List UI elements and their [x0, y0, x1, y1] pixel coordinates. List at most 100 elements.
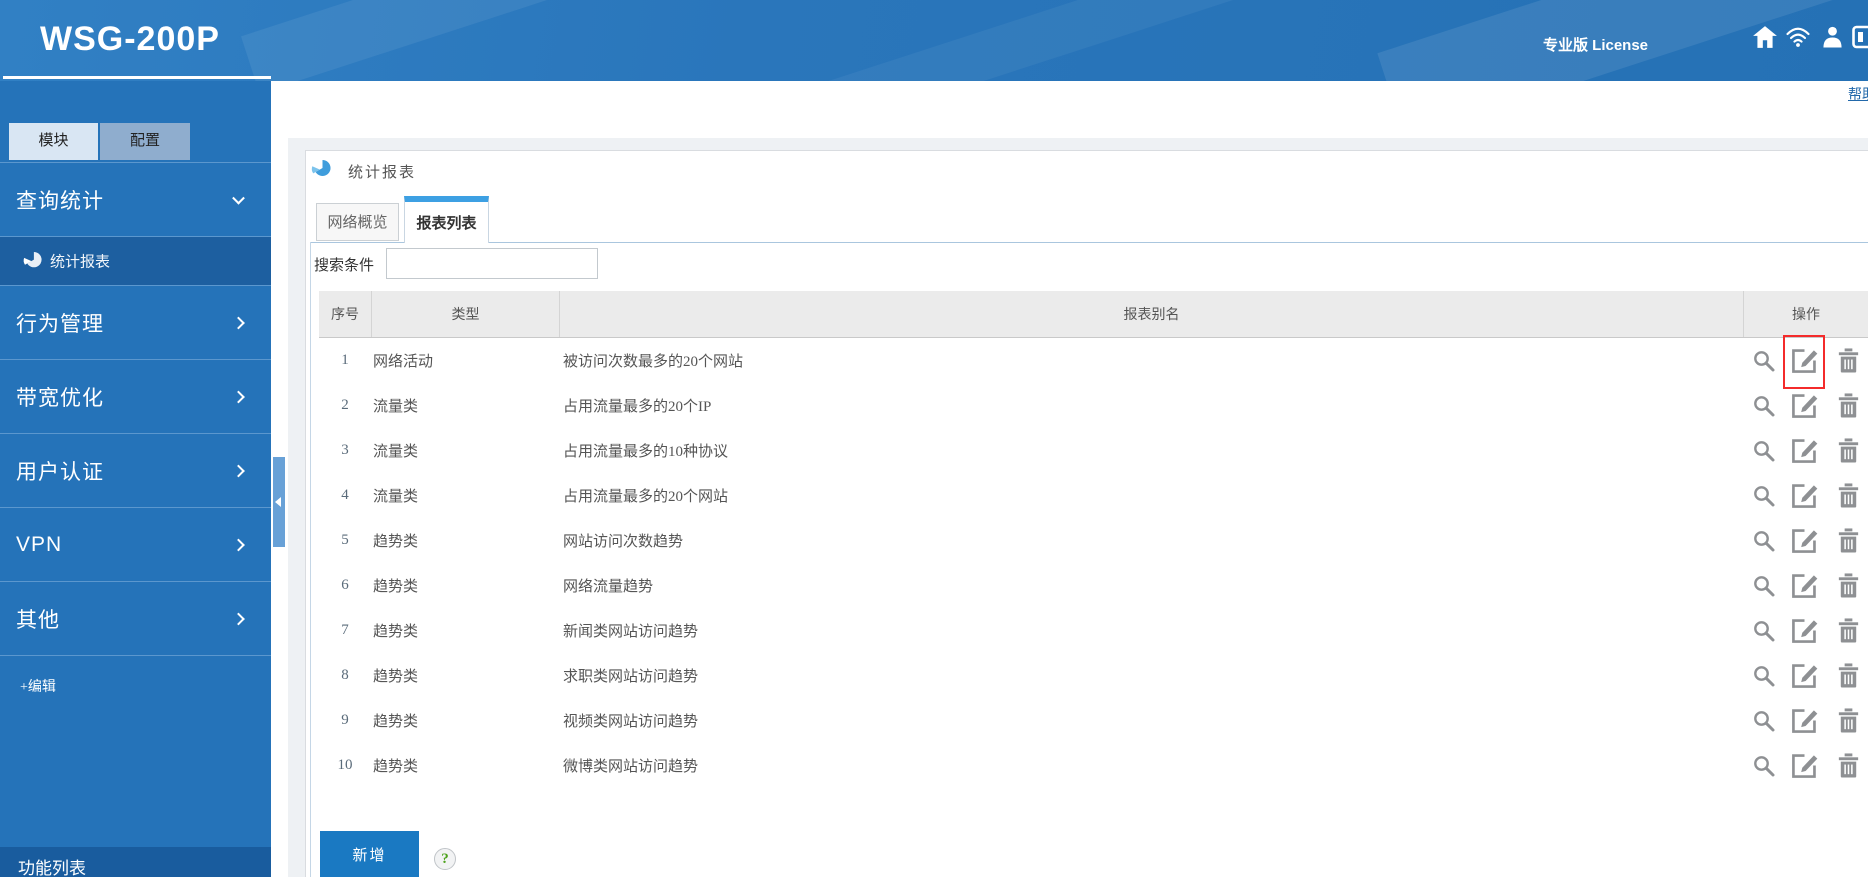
view-icon[interactable] — [1751, 483, 1777, 509]
chevron-icon — [232, 538, 245, 551]
view-icon[interactable] — [1751, 528, 1777, 554]
delete-icon[interactable] — [1835, 527, 1862, 554]
view-icon[interactable] — [1751, 438, 1777, 464]
tab-modules[interactable]: 模块 — [9, 123, 98, 160]
sidebar-item-label: 其他 — [16, 608, 60, 632]
add-button[interactable]: 新增 — [320, 831, 419, 877]
sidebar-tabs: 模块 配置 — [0, 123, 271, 160]
edit-icon[interactable] — [1789, 390, 1820, 421]
edit-icon[interactable] — [1789, 525, 1820, 556]
panel-title: 统计报表 — [348, 165, 417, 181]
wifi-icon[interactable] — [1786, 24, 1810, 50]
search-input[interactable] — [386, 248, 598, 279]
col-header-type: 类型 — [371, 291, 559, 337]
col-header-actions: 操作 — [1743, 291, 1868, 337]
sidebar-item-label: 查询统计 — [16, 189, 104, 213]
row-index-cell: 5 — [341, 532, 349, 548]
sidebar-edit-link[interactable]: +编辑 — [20, 676, 56, 696]
edit-icon[interactable] — [1789, 480, 1820, 511]
view-icon[interactable] — [1751, 573, 1777, 599]
edit-icon[interactable] — [1789, 570, 1820, 601]
help-link[interactable]: 帮助 — [1848, 84, 1868, 104]
row-name-cell: 新闻类网站访问趋势 — [563, 624, 699, 640]
delete-icon[interactable] — [1835, 347, 1862, 374]
chevron-icon — [232, 316, 245, 329]
header-texture — [241, 0, 659, 81]
pie-chart-icon — [308, 159, 332, 178]
sidebar-menu-item[interactable]: VPN — [0, 508, 271, 582]
delete-icon[interactable] — [1835, 617, 1862, 644]
sidebar-menu-item[interactable]: 带宽优化 — [0, 360, 271, 434]
sidebar-menu-item[interactable]: 行为管理 — [0, 286, 271, 360]
sidebar-item-label: 带宽优化 — [16, 386, 104, 410]
row-index-cell: 4 — [341, 487, 349, 503]
row-name-cell: 求职类网站访问趋势 — [563, 669, 699, 685]
sidebar-subitem-label: 统计报表 — [50, 254, 111, 271]
pie-chart-icon — [20, 251, 43, 269]
col-header-index: 序号 — [331, 308, 359, 323]
table-row: 2 流量类 占用流量最多的20个IP — [319, 383, 1868, 428]
delete-icon[interactable] — [1835, 752, 1862, 779]
sidebar-submenu-item[interactable]: 统计报表 — [0, 237, 271, 286]
row-name-cell: 占用流量最多的20个IP — [563, 399, 712, 415]
row-type-cell: 趋势类 — [373, 669, 419, 685]
view-icon[interactable] — [1751, 663, 1777, 689]
sidebar-footer[interactable]: 功能列表 — [0, 847, 271, 877]
delete-icon[interactable] — [1835, 482, 1862, 509]
logo-underline — [3, 76, 271, 79]
user-icon[interactable] — [1822, 24, 1843, 50]
home-icon[interactable] — [1752, 24, 1778, 50]
row-actions-cell — [1743, 743, 1868, 788]
tab-config[interactable]: 配置 — [100, 123, 190, 160]
delete-icon[interactable] — [1835, 572, 1862, 599]
tab-report-list[interactable]: 报表列表 — [404, 196, 489, 243]
delete-icon[interactable] — [1835, 707, 1862, 734]
sidebar-item-label: VPN — [16, 532, 63, 556]
view-icon[interactable] — [1751, 393, 1777, 419]
row-name-cell: 网络流量趋势 — [563, 579, 654, 595]
row-type-cell: 趋势类 — [373, 624, 419, 640]
delete-icon[interactable] — [1835, 662, 1862, 689]
sidebar-item-label: 行为管理 — [16, 312, 104, 336]
row-actions-cell — [1743, 383, 1868, 428]
view-icon[interactable] — [1751, 618, 1777, 644]
view-icon[interactable] — [1751, 348, 1777, 374]
col-header-name: 报表别名 — [559, 291, 1743, 337]
edit-icon[interactable] — [1783, 335, 1825, 389]
report-table: 序号 类型 报表别名 操作 1 网络活动 被访问次数最多的20个网站 2 流量类… — [319, 291, 1868, 788]
edit-icon[interactable] — [1789, 615, 1820, 646]
row-index-cell: 10 — [337, 757, 353, 773]
edit-icon[interactable] — [1789, 705, 1820, 736]
screen-icon[interactable] — [1852, 24, 1868, 50]
table-row: 4 流量类 占用流量最多的20个网站 — [319, 473, 1868, 518]
edit-icon[interactable] — [1789, 435, 1820, 466]
chevron-icon — [232, 390, 245, 403]
app-header: WSG-200P 专业版 License — [0, 0, 1868, 81]
row-type-cell: 趋势类 — [373, 579, 419, 595]
row-index-cell: 9 — [341, 712, 349, 728]
table-row: 1 网络活动 被访问次数最多的20个网站 — [319, 335, 1868, 389]
view-icon[interactable] — [1751, 708, 1777, 734]
row-actions-cell — [1743, 653, 1868, 698]
sidebar-menu-item[interactable]: 查询统计 — [0, 163, 271, 237]
edit-icon[interactable] — [1789, 660, 1820, 691]
sidebar-collapse-handle[interactable] — [273, 457, 285, 547]
chevron-icon — [232, 191, 245, 205]
delete-icon[interactable] — [1835, 437, 1862, 464]
row-actions-cell — [1743, 335, 1868, 389]
tab-network-overview[interactable]: 网络概览 — [316, 203, 399, 241]
tabstrip-divider — [310, 242, 1868, 243]
row-name-cell: 占用流量最多的20个网站 — [563, 489, 729, 505]
edit-icon[interactable] — [1789, 750, 1820, 781]
help-badge-icon[interactable]: ? — [434, 848, 456, 870]
view-icon[interactable] — [1751, 753, 1777, 779]
table-row: 3 流量类 占用流量最多的10种协议 — [319, 428, 1868, 473]
report-panel: 统计报表 网络概览 报表列表 搜索条件 序号 类型 报表别名 操作 1 网络活动… — [305, 150, 1868, 877]
row-name-cell: 被访问次数最多的20个网站 — [563, 354, 744, 370]
sidebar-menu-item[interactable]: 用户认证 — [0, 434, 271, 508]
sidebar-menu-item[interactable]: 其他 — [0, 582, 271, 656]
table-header-row: 序号 类型 报表别名 操作 — [319, 291, 1868, 338]
row-index-cell: 8 — [341, 667, 349, 683]
row-index-cell: 2 — [341, 397, 349, 413]
delete-icon[interactable] — [1835, 392, 1862, 419]
